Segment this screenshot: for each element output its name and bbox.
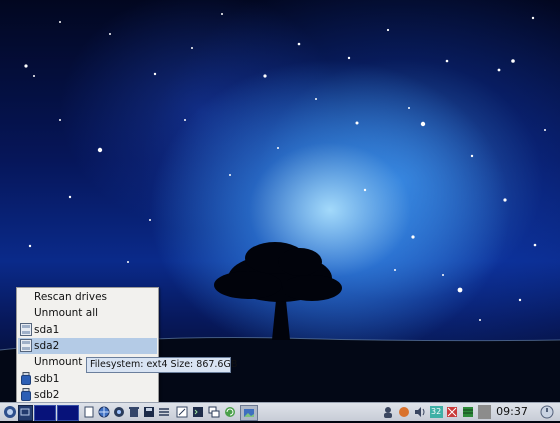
image-icon	[244, 409, 254, 417]
menu-item-sda2[interactable]: sda2	[18, 338, 157, 354]
menu-item-label: Rescan drives	[34, 291, 107, 303]
file-icon[interactable]	[83, 406, 95, 418]
menu-item-sdb2[interactable]: sdb2	[18, 387, 157, 403]
menu-icon[interactable]	[3, 405, 17, 419]
network-status-icon[interactable]	[446, 406, 458, 418]
desktop-switcher-1[interactable]	[18, 405, 33, 421]
hard-drive-icon	[20, 323, 32, 336]
usb-drive-icon	[21, 372, 31, 385]
menu-item-sdb1[interactable]: sdb1	[18, 371, 157, 387]
globe-icon[interactable]	[98, 406, 110, 418]
active-task-button[interactable]	[240, 405, 258, 421]
disk-icon[interactable]	[143, 406, 155, 418]
trash-icon[interactable]	[128, 406, 140, 418]
settings-icon[interactable]	[158, 406, 170, 418]
power-icon[interactable]	[398, 406, 410, 418]
menu-item-sda1[interactable]: sda1	[18, 322, 157, 338]
logout-icon[interactable]	[540, 405, 554, 419]
network-icon[interactable]	[113, 406, 125, 418]
tray-number: 32	[431, 407, 442, 416]
clock[interactable]: 09:37	[494, 404, 530, 420]
hard-drive-icon	[20, 339, 32, 352]
windows-icon[interactable]	[208, 406, 220, 418]
window-icon	[20, 408, 30, 416]
usb-drive-icon	[21, 388, 31, 401]
terminal-icon[interactable]	[192, 406, 204, 418]
drive-menu: Rescan drives Unmount all sda1 sda2 Unmo…	[16, 287, 159, 404]
refresh-icon[interactable]	[224, 406, 236, 418]
menu-item-label: sda1	[34, 324, 60, 336]
menu-item-label: sdb1	[34, 373, 60, 385]
menu-item-label: sdb2	[34, 389, 60, 401]
volume-icon[interactable]	[414, 406, 426, 418]
menu-item-label: sda2	[34, 340, 60, 352]
desktop-preview[interactable]	[478, 405, 491, 419]
drive-tooltip: Filesystem: ext4 Size: 867.6GB	[86, 357, 237, 373]
edit-icon[interactable]	[176, 406, 188, 418]
menu-item-label: Unmount all	[34, 307, 99, 319]
menu-item-rescan-drives[interactable]: Rescan drives	[18, 289, 157, 305]
taskbar: 32 09:37	[0, 402, 560, 421]
user-icon[interactable]	[382, 406, 394, 418]
desktop-switcher-3[interactable]	[57, 405, 79, 421]
desktop-switcher-2[interactable]	[34, 405, 56, 421]
menu-item-label: Unmount	[34, 356, 83, 368]
memory-icon	[463, 407, 473, 417]
menu-item-unmount-all[interactable]: Unmount all	[18, 305, 157, 321]
